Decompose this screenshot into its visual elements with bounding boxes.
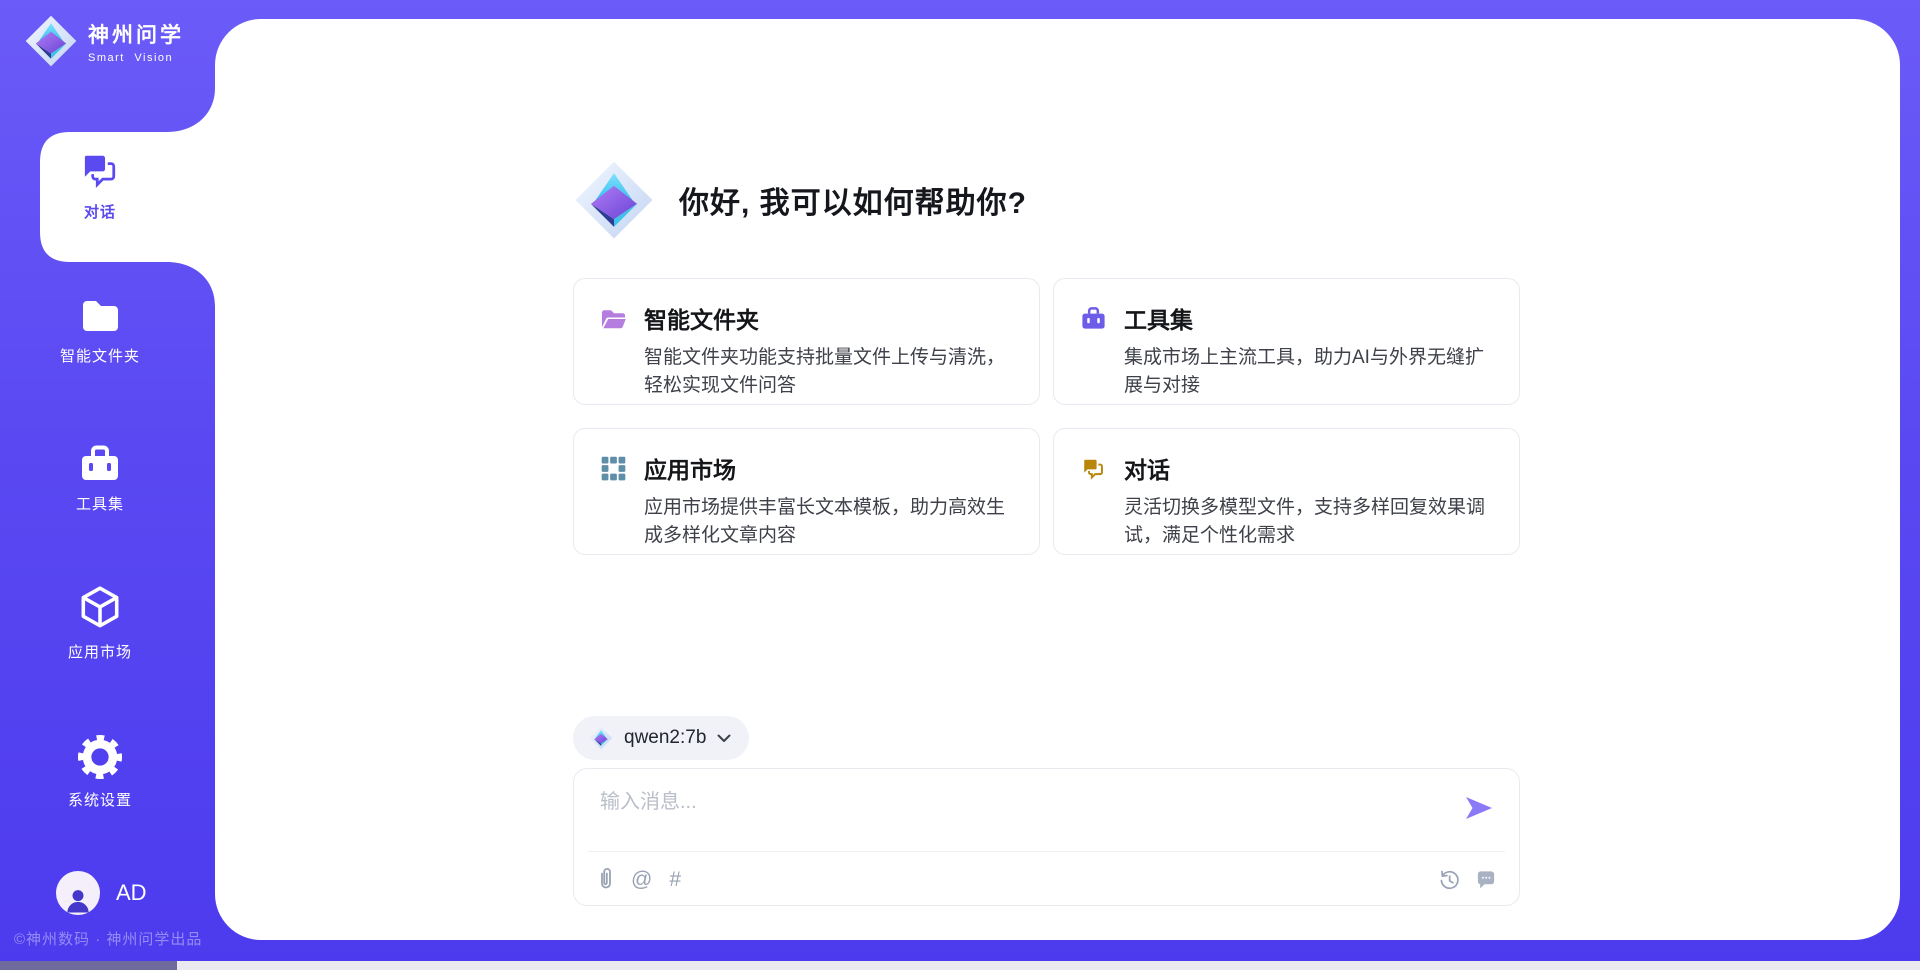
model-name: qwen2:7b	[624, 727, 706, 749]
message-composer: @ #	[573, 768, 1520, 906]
sidebar-item-label: 系统设置	[20, 789, 180, 810]
brand-diamond-icon	[24, 14, 78, 68]
app-root: 神州问学 Smart Vision 对话 智能文件夹	[0, 0, 1920, 970]
chevron-down-icon	[717, 734, 731, 743]
toolbox-icon	[77, 442, 123, 484]
sidebar-item-label: 对话	[20, 201, 180, 222]
card-title: 对话	[1124, 451, 1170, 485]
hash-topic-icon[interactable]: #	[669, 869, 681, 890]
card-description: 灵活切换多模型文件，支持多样回复效果调试，满足个性化需求	[1124, 494, 1495, 550]
card-description: 智能文件夹功能支持批量文件上传与清洗，轻松实现文件问答	[644, 344, 1015, 400]
copyright-footer: ©神州数码 · 神州问学出品	[14, 928, 202, 949]
card-smart-folder[interactable]: 智能文件夹 智能文件夹功能支持批量文件上传与清洗，轻松实现文件问答	[573, 278, 1040, 405]
main-content-panel: 你好, 我可以如何帮助你? 智能文件夹 智能文件夹功能支持批量文件上传与清洗，轻…	[215, 19, 1900, 940]
composer-divider	[588, 851, 1505, 852]
feature-cards: 智能文件夹 智能文件夹功能支持批量文件上传与清洗，轻松实现文件问答 工具集 集成…	[573, 278, 1520, 555]
history-icon[interactable]	[1437, 868, 1460, 891]
card-description: 集成市场上主流工具，助力AI与外界无缝扩展与对接	[1124, 344, 1495, 400]
sidebar-item-chat[interactable]: 对话	[20, 148, 180, 222]
scrollbar-thumb[interactable]	[0, 961, 177, 970]
sidebar-item-smart-folder[interactable]: 智能文件夹	[20, 296, 180, 366]
chat-icon	[77, 148, 123, 192]
card-title: 应用市场	[644, 451, 736, 485]
card-app-market[interactable]: 应用市场 应用市场提供丰富长文本模板，助力高效生成多样化文章内容	[573, 428, 1040, 555]
person-icon	[63, 885, 93, 915]
avatar	[56, 871, 100, 915]
card-toolset[interactable]: 工具集 集成市场上主流工具，助力AI与外界无缝扩展与对接	[1053, 278, 1520, 405]
brand-name-en: Smart Vision	[88, 52, 184, 64]
cube-icon	[77, 584, 123, 632]
at-mention-icon[interactable]: @	[631, 869, 652, 890]
sidebar-item-label: 应用市场	[20, 641, 180, 662]
folder-open-icon	[600, 305, 627, 332]
greeting-title: 你好, 我可以如何帮助你?	[679, 178, 1027, 222]
message-input[interactable]	[600, 785, 1440, 819]
cube-grid-icon	[600, 455, 627, 482]
toolbox-icon	[1080, 305, 1107, 332]
send-icon[interactable]	[1465, 795, 1493, 821]
folder-icon	[78, 296, 122, 336]
horizontal-scrollbar[interactable]	[0, 961, 1920, 970]
user-account[interactable]: AD	[56, 871, 147, 915]
model-selector[interactable]: qwen2:7b	[573, 716, 749, 760]
sidebar-item-label: 智能文件夹	[20, 345, 180, 366]
brand-logo: 神州问学 Smart Vision	[24, 14, 184, 68]
card-description: 应用市场提供丰富长文本模板，助力高效生成多样化文章内容	[644, 494, 1015, 550]
sidebar-item-label: 工具集	[20, 493, 180, 514]
chat-bubble-icon[interactable]	[1475, 869, 1497, 891]
composer-toolbar-left: @ #	[598, 867, 681, 891]
model-diamond-icon	[589, 726, 613, 750]
gear-icon	[77, 734, 123, 780]
chat-icon	[1080, 455, 1107, 482]
sidebar-item-settings[interactable]: 系统设置	[20, 734, 180, 810]
sidebar-item-app-market[interactable]: 应用市场	[20, 584, 180, 662]
assistant-diamond-icon	[573, 159, 655, 241]
greeting-block: 你好, 我可以如何帮助你?	[573, 159, 1027, 241]
card-title: 智能文件夹	[644, 301, 759, 335]
sidebar-item-toolset[interactable]: 工具集	[20, 442, 180, 514]
paperclip-icon[interactable]	[598, 867, 614, 891]
card-title: 工具集	[1124, 301, 1193, 335]
brand-name-cn: 神州问学	[88, 19, 184, 49]
user-initials: AD	[116, 880, 147, 906]
card-chat[interactable]: 对话 灵活切换多模型文件，支持多样回复效果调试，满足个性化需求	[1053, 428, 1520, 555]
composer-toolbar-right	[1437, 868, 1497, 891]
